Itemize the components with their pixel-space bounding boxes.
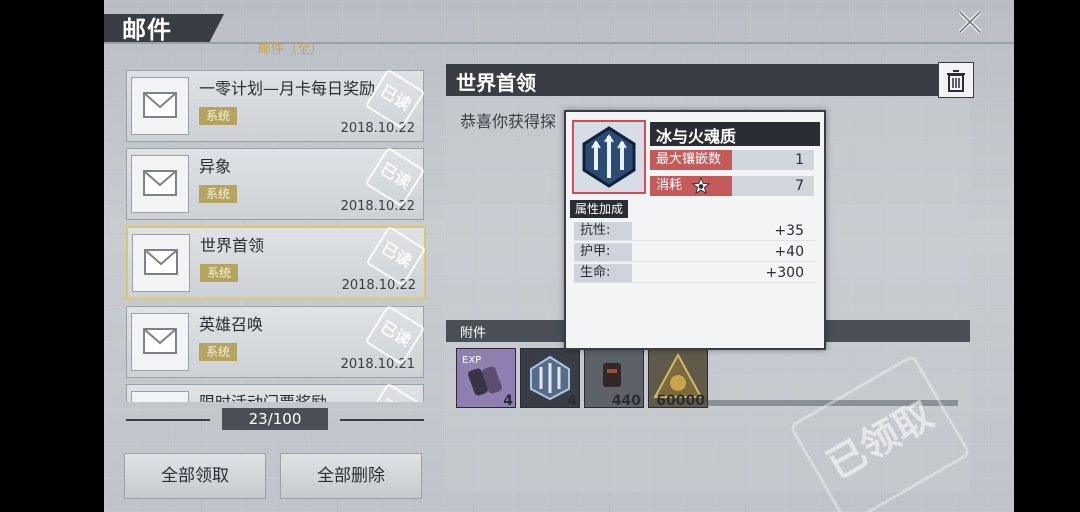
envelope-icon — [143, 328, 177, 354]
attachment-slot[interactable]: EXP 4 — [456, 348, 516, 409]
detail-header: 世界首领 — [446, 64, 970, 96]
attachment-count: 440 — [611, 393, 641, 409]
stat-label: 消耗 — [650, 176, 732, 196]
mail-tag: 系统 — [199, 185, 237, 203]
attr-row-armor: 护甲: +40 — [574, 243, 816, 262]
envelope-icon — [143, 170, 177, 196]
attachments-label: 附件 — [460, 326, 487, 341]
envelope-icon — [143, 92, 177, 118]
envelope-icon-box — [131, 77, 189, 135]
attr-value: +40 — [774, 244, 804, 260]
mail-item-selected[interactable]: 世界首领 系统 2018.10.22 已读 — [126, 225, 427, 300]
close-icon — [958, 10, 982, 34]
mail-list[interactable]: 一零计划—月卡每日奖励 系统 2018.10.22 已读 异象 系统 2018.… — [104, 66, 434, 402]
attr-label: 护甲: — [574, 243, 632, 261]
mail-title: 一零计划—月卡每日奖励 — [199, 79, 376, 98]
item-tooltip: 冰与火魂质 最大镶嵌数 1 消耗 7 属性加成 抗性: +35 护甲: +40 — [564, 110, 826, 350]
item-icon-box — [572, 120, 646, 194]
header-divider — [104, 42, 1014, 44]
attr-value: +300 — [765, 265, 804, 281]
attr-bonus-label: 属性加成 — [570, 200, 628, 218]
stat-value: 1 — [795, 152, 804, 168]
stat-row-cost: 消耗 7 — [650, 176, 814, 196]
claim-all-button[interactable]: 全部领取 — [124, 453, 266, 499]
envelope-icon-box — [131, 391, 189, 402]
item-name: 冰与火魂质 — [656, 127, 737, 146]
attachment-slot[interactable]: 440 — [584, 348, 644, 409]
trash-icon — [947, 70, 965, 92]
mail-item[interactable]: 一零计划—月卡每日奖励 系统 2018.10.22 已读 — [126, 68, 426, 142]
mail-title: 限时活动门票奖励 — [199, 389, 327, 402]
star-badge-icon — [691, 176, 711, 194]
ice-fire-soul-icon — [574, 122, 644, 192]
mail-screen: 邮件 邮件（全） 一零计划—月卡每日奖励 系统 2018.10.22 已读 异象… — [104, 0, 1014, 512]
attachment-slot[interactable]: 60000 — [648, 348, 708, 409]
claimed-stamp: 已领取 — [788, 353, 972, 512]
attr-row-resistance: 抗性: +35 — [574, 222, 816, 241]
mail-counter: 23/100 — [222, 408, 328, 430]
attachment-count: 4 — [503, 393, 513, 409]
stat-label: 最大镶嵌数 — [650, 150, 732, 170]
delete-mail-button[interactable] — [938, 62, 974, 98]
detail-title: 世界首领 — [456, 71, 536, 95]
envelope-icon-box — [131, 313, 189, 371]
counter-divider-left — [126, 419, 210, 421]
tab-all-mail[interactable]: 邮件（全） — [258, 38, 323, 57]
attr-row-health: 生命: +300 — [574, 264, 816, 283]
attr-value: +35 — [774, 223, 804, 239]
mail-item[interactable]: 限时活动门票奖励 系统 已读 — [126, 382, 426, 402]
envelope-icon — [144, 249, 178, 275]
envelope-icon-box — [131, 155, 189, 213]
page-title: 邮件 — [122, 16, 172, 44]
mail-title: 异象 — [199, 157, 232, 176]
mail-tag: 系统 — [200, 264, 238, 282]
mail-item[interactable]: 英雄召唤 系统 2018.10.21 已读 — [126, 304, 426, 378]
close-button[interactable] — [954, 6, 986, 38]
mail-tag: 系统 — [199, 343, 237, 361]
item-name-bar: 冰与火魂质 — [650, 122, 820, 146]
mail-title: 英雄召唤 — [199, 315, 264, 334]
svg-text:EXP: EXP — [462, 355, 481, 366]
counter-divider-right — [340, 419, 424, 421]
mail-tag: 系统 — [199, 107, 237, 125]
attachment-count: 60000 — [656, 393, 705, 409]
mail-item[interactable]: 异象 系统 2018.10.22 已读 — [126, 146, 426, 220]
read-stamp: 已读 — [364, 382, 426, 402]
stat-label-text: 消耗 — [656, 178, 683, 193]
attr-label: 抗性: — [574, 222, 632, 240]
attr-label: 生命: — [574, 264, 632, 282]
mail-title: 世界首领 — [200, 236, 265, 255]
stat-value: 7 — [795, 178, 804, 194]
envelope-icon-box — [132, 234, 190, 292]
attachment-count: 4 — [567, 393, 577, 409]
detail-body-text: 恭喜你获得探 — [460, 112, 557, 131]
attachment-slot[interactable]: 4 — [520, 348, 580, 409]
stat-row-max-inlay: 最大镶嵌数 1 — [650, 150, 814, 170]
delete-all-button[interactable]: 全部删除 — [280, 453, 422, 499]
